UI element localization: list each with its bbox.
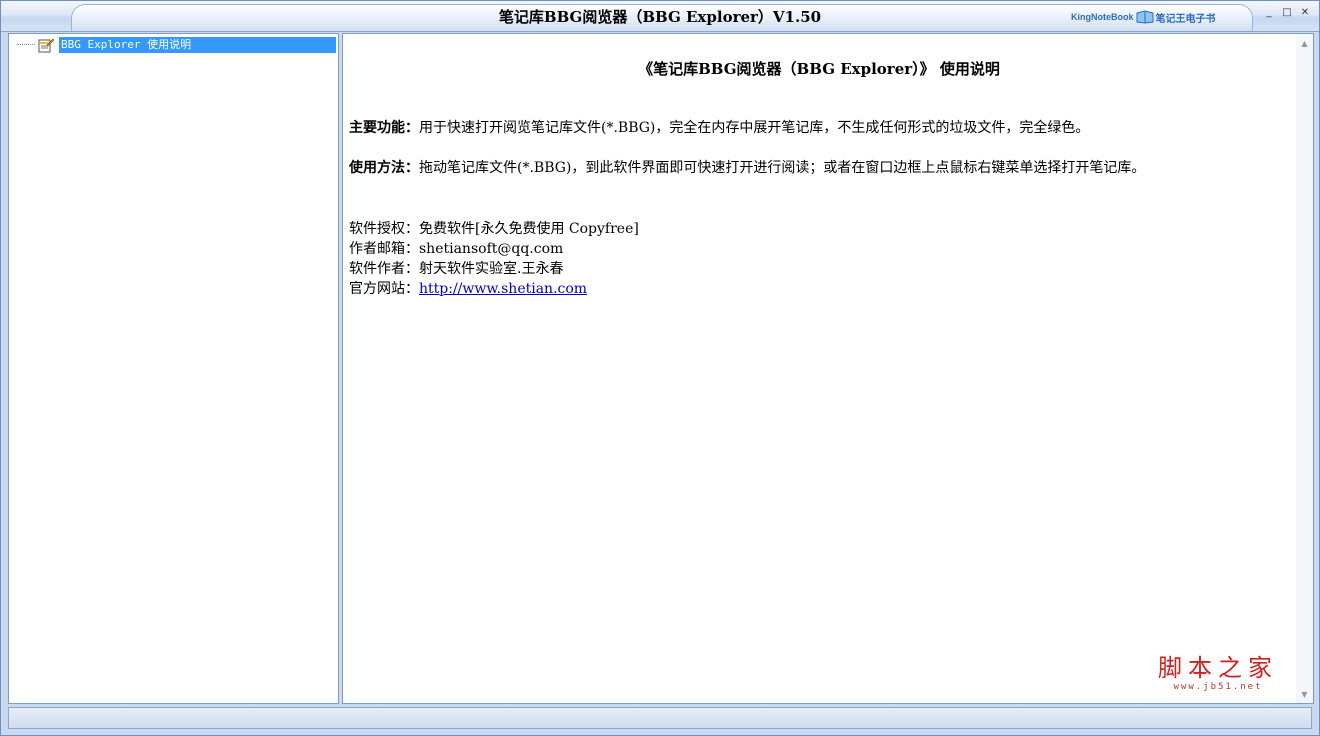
license-line: 软件授权：免费软件[永久免费使用 Copyfree] [349,219,639,239]
email-line: 作者邮箱：shetiansoft@qq.com [349,239,563,259]
license-text: 免费软件[永久免费使用 Copyfree] [419,221,639,237]
scroll-down-icon[interactable]: ▼ [1296,687,1313,701]
watermark: 脚本之家 www.jb51.net [1158,654,1278,692]
app-window: 笔记库BBG阅览器（BBG Explorer）V1.50 KingNoteBoo… [0,0,1320,736]
author-label: 软件作者： [349,261,419,277]
license-label: 软件授权： [349,221,419,237]
author-line: 软件作者：射天软件实验室.王永春 [349,259,563,279]
document-edit-icon [38,38,55,53]
usage-text: 拖动笔记库文件(*.BBG)，到此软件界面即可快速打开进行阅读；或者在窗口边框上… [419,160,1146,176]
maximize-button[interactable]: □ [1279,5,1295,19]
website-link[interactable]: http://www.shetian.com [419,281,587,297]
watermark-url: www.jb51.net [1173,682,1263,692]
features-line: 主要功能：用于快速打开阅览笔记库文件(*.BBG)，完全在内存中展开笔记库，不生… [349,118,1089,138]
tree-panel[interactable]: BBG Explorer 使用说明 [8,33,339,704]
scroll-up-icon[interactable]: ▲ [1296,36,1313,50]
email-label: 作者邮箱： [349,241,419,257]
vertical-scrollbar[interactable]: ▲ ▼ [1296,34,1313,703]
window-controls: _ □ ✕ [1261,5,1313,19]
close-button[interactable]: ✕ [1297,5,1313,19]
tree-item[interactable]: BBG Explorer 使用说明 [11,36,336,54]
watermark-text: 脚本之家 [1158,654,1278,682]
website-line: 官方网站：http://www.shetian.com [349,279,587,299]
minimize-button[interactable]: _ [1261,5,1277,19]
brand-name-en: KingNoteBook [1071,12,1134,22]
usage-line: 使用方法：拖动笔记库文件(*.BBG)，到此软件界面即可快速打开进行阅读；或者在… [349,158,1145,178]
title-bar[interactable]: 笔记库BBG阅览器（BBG Explorer）V1.50 KingNoteBoo… [1,1,1319,32]
features-text: 用于快速打开阅览笔记库文件(*.BBG)，完全在内存中展开笔记库，不生成任何形式… [419,120,1090,136]
author-text: 射天软件实验室.王永春 [419,261,564,277]
document-panel[interactable]: 《笔记库BBG阅览器（BBG Explorer）》 使用说明 主要功能：用于快速… [342,33,1314,704]
usage-label: 使用方法： [349,160,419,176]
document-title: 《笔记库BBG阅览器（BBG Explorer）》 使用说明 [638,60,1000,78]
email-text: shetiansoft@qq.com [419,241,564,257]
features-label: 主要功能： [349,120,419,136]
brand-name-cn: 笔记王电子书 [1155,13,1216,25]
status-bar [8,707,1312,729]
brand-logo: KingNoteBook 笔记王电子书 [1071,9,1216,25]
tree-item-label: BBG Explorer 使用说明 [59,37,336,53]
tree-connector [17,44,35,46]
website-label: 官方网站： [349,281,419,297]
book-icon [1136,10,1153,24]
